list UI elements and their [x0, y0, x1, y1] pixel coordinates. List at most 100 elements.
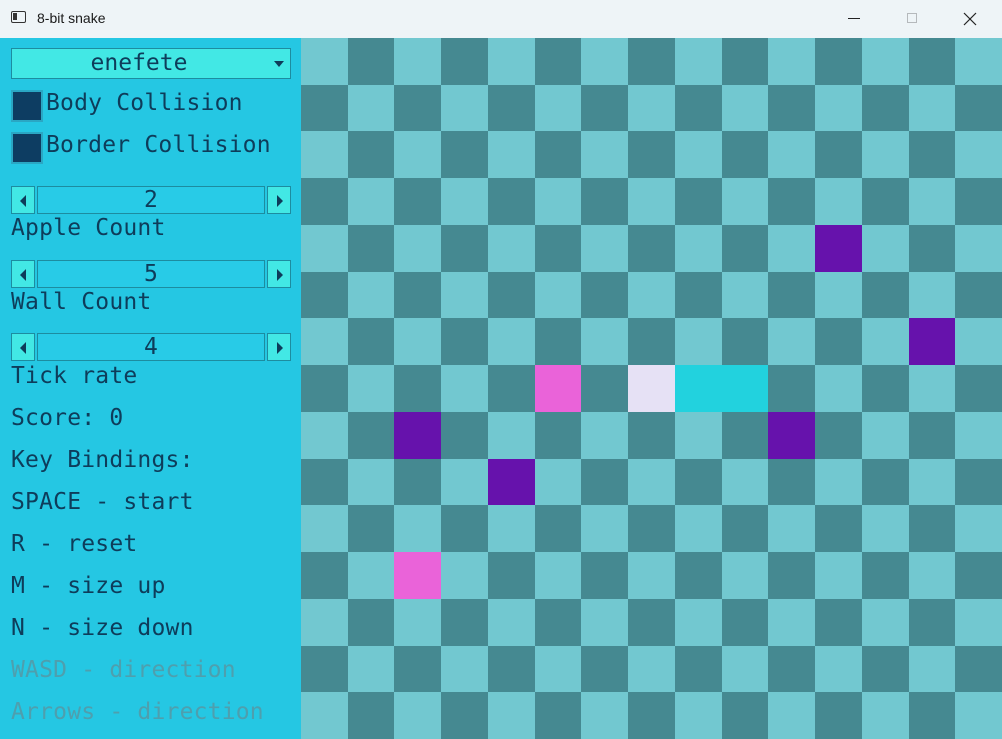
board-cell — [581, 411, 629, 459]
apple-count-label: Apple Count — [11, 215, 166, 241]
body-collision-checkbox[interactable] — [11, 90, 43, 122]
board-cell — [487, 38, 535, 85]
wall-count-value: 5 — [143, 261, 159, 287]
board-cell — [768, 598, 816, 646]
close-button[interactable] — [941, 0, 999, 38]
game-board[interactable] — [301, 38, 1002, 739]
apple-count-value: 2 — [143, 187, 159, 213]
board-cell — [534, 224, 582, 272]
board-cell — [581, 224, 629, 272]
board-cell — [674, 692, 722, 739]
apple-count-spinner: 2 — [11, 186, 291, 214]
app-icon — [11, 11, 26, 23]
board-cell — [861, 38, 909, 85]
key-binding-item: N - size down — [11, 615, 194, 641]
board-cell — [534, 271, 582, 319]
board-cell — [441, 692, 489, 739]
board-cell — [628, 458, 676, 506]
board-cell — [487, 178, 535, 226]
board-cell — [768, 224, 816, 272]
board-cell — [301, 318, 348, 366]
board-cell — [301, 505, 348, 553]
board-cell — [815, 411, 863, 459]
board-cell — [301, 458, 348, 506]
apple-count-increment-button[interactable] — [267, 186, 291, 214]
board-cell — [674, 505, 722, 553]
board-cell — [721, 271, 769, 319]
board-cell — [721, 38, 769, 85]
board-cell — [955, 84, 1002, 132]
board-cell — [815, 84, 863, 132]
board-cell — [628, 598, 676, 646]
board-cell — [534, 458, 582, 506]
board-cell — [394, 505, 442, 553]
board-cell — [955, 38, 1002, 85]
board-cell — [301, 692, 348, 739]
wall-block — [815, 224, 863, 272]
minimize-button[interactable] — [825, 0, 883, 38]
board-cell — [628, 552, 676, 600]
apple — [394, 552, 442, 600]
arrow-left-icon — [20, 342, 26, 354]
theme-dropdown-value: enefete — [90, 50, 188, 76]
board-cell — [768, 692, 816, 739]
wall-count-increment-button[interactable] — [267, 260, 291, 288]
board-cell — [815, 318, 863, 366]
board-cell — [674, 411, 722, 459]
key-binding-item: Arrows - direction — [11, 699, 264, 725]
theme-dropdown[interactable]: enefete — [11, 48, 291, 79]
wall-count-track[interactable]: 5 — [37, 260, 265, 288]
wall-count-decrement-button[interactable] — [11, 260, 35, 288]
board-cell — [768, 645, 816, 693]
apple-count-track[interactable]: 2 — [37, 186, 265, 214]
board-cell — [301, 598, 348, 646]
board-cell — [441, 411, 489, 459]
board-cell — [815, 598, 863, 646]
board-cell — [347, 365, 395, 413]
board-cell — [908, 598, 956, 646]
board-cell — [815, 505, 863, 553]
title-bar: 8-bit snake — [0, 0, 1002, 39]
board-cell — [674, 598, 722, 646]
snake-body-segment — [674, 365, 722, 413]
board-cell — [534, 645, 582, 693]
board-cell — [674, 271, 722, 319]
wall-block — [908, 318, 956, 366]
board-cell — [628, 178, 676, 226]
board-cell — [861, 692, 909, 739]
tick-rate-track[interactable]: 4 — [37, 333, 265, 361]
tick-rate-value: 4 — [143, 334, 159, 360]
board-cell — [628, 411, 676, 459]
board-cell — [955, 645, 1002, 693]
board-cell — [534, 411, 582, 459]
board-cell — [347, 271, 395, 319]
board-cell — [674, 84, 722, 132]
board-cell — [347, 178, 395, 226]
board-cell — [347, 505, 395, 553]
board-cell — [768, 178, 816, 226]
board-cell — [721, 645, 769, 693]
board-cell — [487, 271, 535, 319]
board-cell — [861, 271, 909, 319]
tick-rate-decrement-button[interactable] — [11, 333, 35, 361]
board-cell — [441, 645, 489, 693]
maximize-button[interactable] — [883, 0, 941, 38]
board-cell — [861, 458, 909, 506]
board-cell — [487, 365, 535, 413]
board-cell — [581, 458, 629, 506]
board-cell — [301, 645, 348, 693]
board-cell — [955, 552, 1002, 600]
board-cell — [394, 178, 442, 226]
apple-count-decrement-button[interactable] — [11, 186, 35, 214]
board-cell — [628, 692, 676, 739]
tick-rate-increment-button[interactable] — [267, 333, 291, 361]
board-cell — [534, 178, 582, 226]
board-cell — [394, 224, 442, 272]
tick-rate-spinner: 4 — [11, 333, 291, 361]
border-collision-checkbox[interactable] — [11, 132, 43, 164]
board-cell — [301, 131, 348, 179]
board-cell — [628, 224, 676, 272]
board-cell — [721, 318, 769, 366]
board-cell — [534, 552, 582, 600]
board-cell — [441, 598, 489, 646]
